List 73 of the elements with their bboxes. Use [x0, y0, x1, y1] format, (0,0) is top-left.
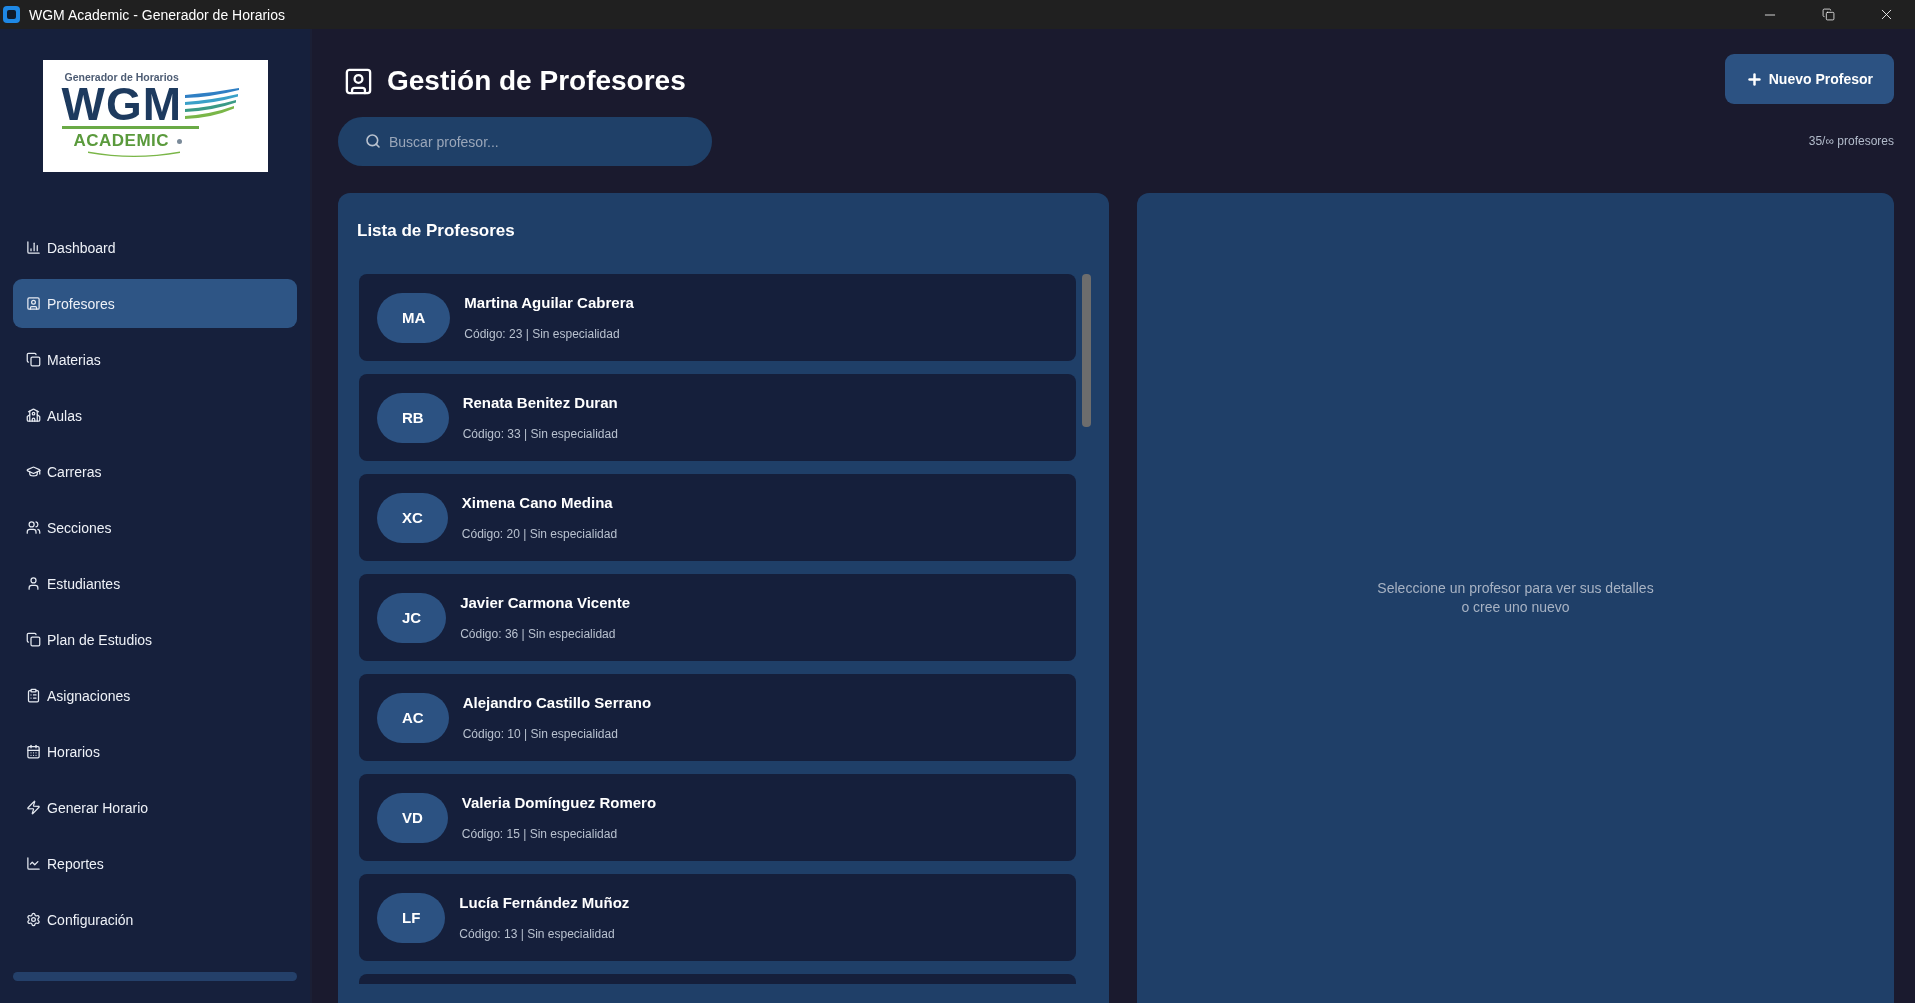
professor-card[interactable]: MA Martina Aguilar Cabrera Código: 23 | Sin especialidad	[359, 274, 1076, 361]
graduation-cap-icon	[26, 464, 41, 479]
sidebar-item[interactable]: Generar Horario	[13, 783, 297, 832]
professor-detail: Código: 33 | Sin especialidad	[462, 426, 618, 442]
panel-title: Lista de Profesores	[357, 221, 515, 241]
sidebar-item[interactable]: Horarios	[13, 727, 297, 776]
logo-wordmark: WGM	[61, 85, 182, 123]
professor-card[interactable]: RB Renata Benitez Duran Código: 33 | Sin especialidad	[359, 374, 1076, 461]
pages-icon	[26, 632, 41, 647]
user-square-icon	[26, 296, 41, 311]
sidebar-item[interactable]: Aulas	[13, 391, 297, 440]
professor-card[interactable]: LF Lucía Fernández Muñoz Código: 13 | Sin especialidad	[359, 874, 1076, 961]
empty-state-message: Seleccione un profesor para ver sus detalles o cree uno nuevo	[1377, 579, 1654, 617]
user-icon	[26, 576, 41, 591]
scrollbar-thumb[interactable]	[1082, 274, 1091, 427]
logo-tagline: Generador de Horarios	[64, 71, 179, 83]
page-title: Gestión de Profesores	[387, 65, 686, 97]
sidebar-item[interactable]: Carreras	[13, 447, 297, 496]
professor-detail: Código: 15 | Sin especialidad	[461, 826, 619, 842]
avatar-initials: MA	[377, 292, 451, 343]
professor-name: Lucía Fernández Muñoz	[459, 893, 630, 912]
sidebar-item[interactable]: Secciones	[13, 503, 297, 552]
lightning-icon	[26, 800, 41, 815]
app-icon	[3, 6, 20, 23]
search-field[interactable]: Buscar profesor...	[338, 117, 712, 166]
professor-detail: Código: 13 | Sin especialidad	[459, 926, 616, 942]
arc-icon	[87, 151, 180, 157]
new-professor-button[interactable]: Nuevo Profesor	[1724, 54, 1894, 104]
professor-name: Valeria Domínguez Romero	[461, 793, 657, 812]
plus-icon	[1745, 70, 1763, 88]
school-icon	[26, 408, 41, 423]
professor-count: 35/∞ profesores	[1808, 134, 1894, 149]
line-chart-icon	[26, 856, 41, 871]
dot-icon	[177, 138, 183, 144]
sidebar-item[interactable]: Materias	[13, 335, 297, 384]
professor-detail: Código: 20 | Sin especialidad	[461, 526, 618, 542]
professor-card[interactable]: AC Alejandro Castillo Serrano Código: 10 | Sin especialidad	[359, 674, 1076, 761]
professor-name: Alejandro Castillo Serrano	[462, 693, 652, 712]
users-icon	[26, 520, 41, 535]
sidebar-item[interactable]: Reportes	[13, 839, 297, 888]
underline-icon	[61, 126, 199, 129]
restore-icon[interactable]	[1821, 8, 1835, 21]
logo-subtitle: ACADEMIC	[73, 132, 170, 150]
window-title: WGM Academic - Generador de Horarios	[29, 6, 285, 23]
settings-icon	[26, 912, 41, 927]
professor-card[interactable]: VD Valeria Domínguez Romero Código: 15 | Sin especialidad	[359, 774, 1076, 861]
avatar-initials: RB	[377, 392, 449, 443]
avatar-initials: XC	[377, 492, 448, 543]
pages-icon	[26, 352, 41, 367]
professor-card[interactable]: XC Ximena Cano Medina Código: 20 | Sin especialidad	[359, 474, 1076, 561]
professor-card[interactable]: JC Javier Carmona Vicente Código: 36 | Sin especialidad	[359, 574, 1076, 661]
clipboard-icon	[26, 688, 41, 703]
sidebar-item[interactable]: Dashboard	[13, 223, 297, 272]
professor-detail: Código: 23 | Sin especialidad	[464, 326, 621, 342]
avatar-initials: VD	[377, 792, 448, 843]
swoosh-icon	[184, 87, 240, 121]
professor-name: Javier Carmona Vicente	[460, 593, 630, 612]
avatar-initials: LF	[377, 892, 446, 943]
calendar-icon	[26, 744, 41, 759]
avatar-initials: AC	[377, 692, 449, 743]
professor-name: Renata Benitez Duran	[462, 393, 618, 412]
professor-detail: Código: 36 | Sin especialidad	[460, 626, 617, 642]
professor-name: Martina Aguilar Cabrera	[464, 293, 634, 312]
professor-detail: Código: 10 | Sin especialidad	[462, 726, 619, 742]
sidebar-item[interactable]: Configuración	[13, 895, 297, 944]
sidebar-item[interactable]: Profesores	[13, 279, 297, 328]
professor-name: Ximena Cano Medina	[461, 493, 614, 512]
search-icon	[365, 133, 381, 149]
avatar-initials: JC	[377, 592, 447, 643]
sidebar-item[interactable]: Asignaciones	[13, 671, 297, 720]
bar-chart-icon	[26, 240, 41, 255]
sidebar-item[interactable]: Estudiantes	[13, 559, 297, 608]
sidebar-item[interactable]: Plan de Estudios	[13, 615, 297, 664]
